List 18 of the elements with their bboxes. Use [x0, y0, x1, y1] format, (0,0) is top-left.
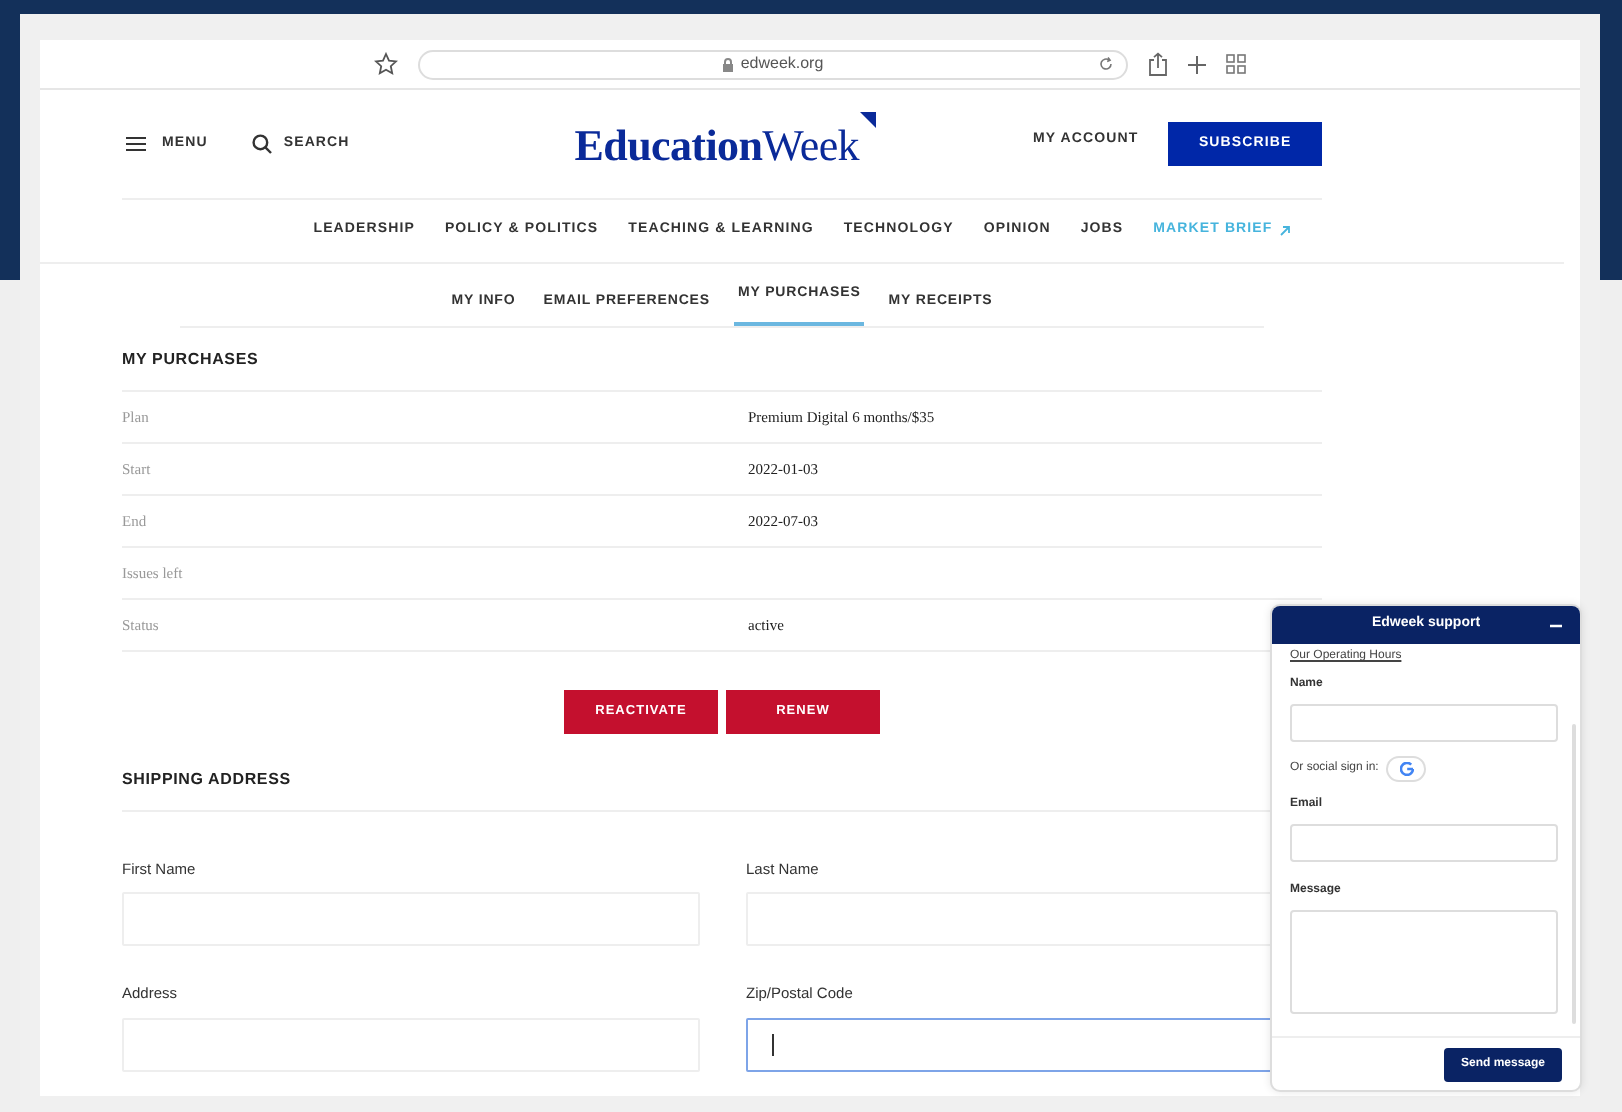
- plus-icon[interactable]: [1188, 55, 1206, 73]
- arrow-icon: [1280, 226, 1291, 236]
- url-text: edweek.org: [740, 52, 824, 76]
- google-sign-in-button[interactable]: [1386, 756, 1427, 782]
- tabs-grid-icon[interactable]: [1226, 54, 1246, 74]
- section-heading: MY PURCHASES: [122, 328, 1322, 392]
- site-logo[interactable]: EducationWeek: [574, 111, 859, 177]
- share-icon[interactable]: [1148, 52, 1168, 76]
- text-cursor: [772, 1033, 774, 1055]
- corner-triangle-icon: [859, 111, 875, 127]
- search-icon[interactable]: [251, 134, 272, 154]
- reload-icon[interactable]: [1098, 56, 1114, 72]
- star-icon[interactable]: [374, 52, 398, 76]
- lock-icon: [722, 57, 735, 71]
- minimize-icon[interactable]: [1550, 623, 1562, 627]
- g-logo-icon: [1399, 762, 1414, 776]
- menu-icon[interactable]: [126, 136, 146, 152]
- address-bar[interactable]: edweek.org: [418, 49, 1128, 79]
